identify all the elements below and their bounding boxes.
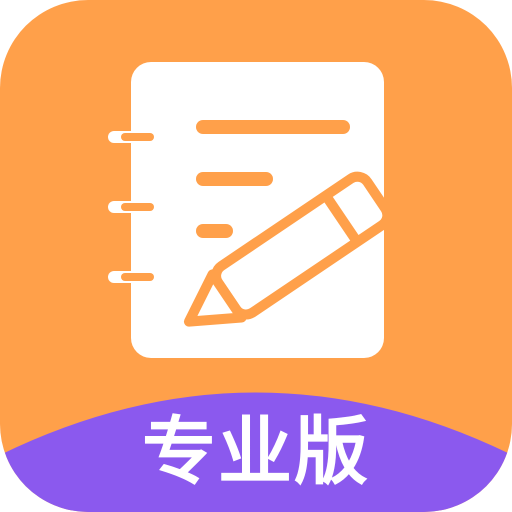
- badge-label: 专业版: [142, 409, 370, 495]
- app-icon[interactable]: 专业版: [0, 0, 512, 512]
